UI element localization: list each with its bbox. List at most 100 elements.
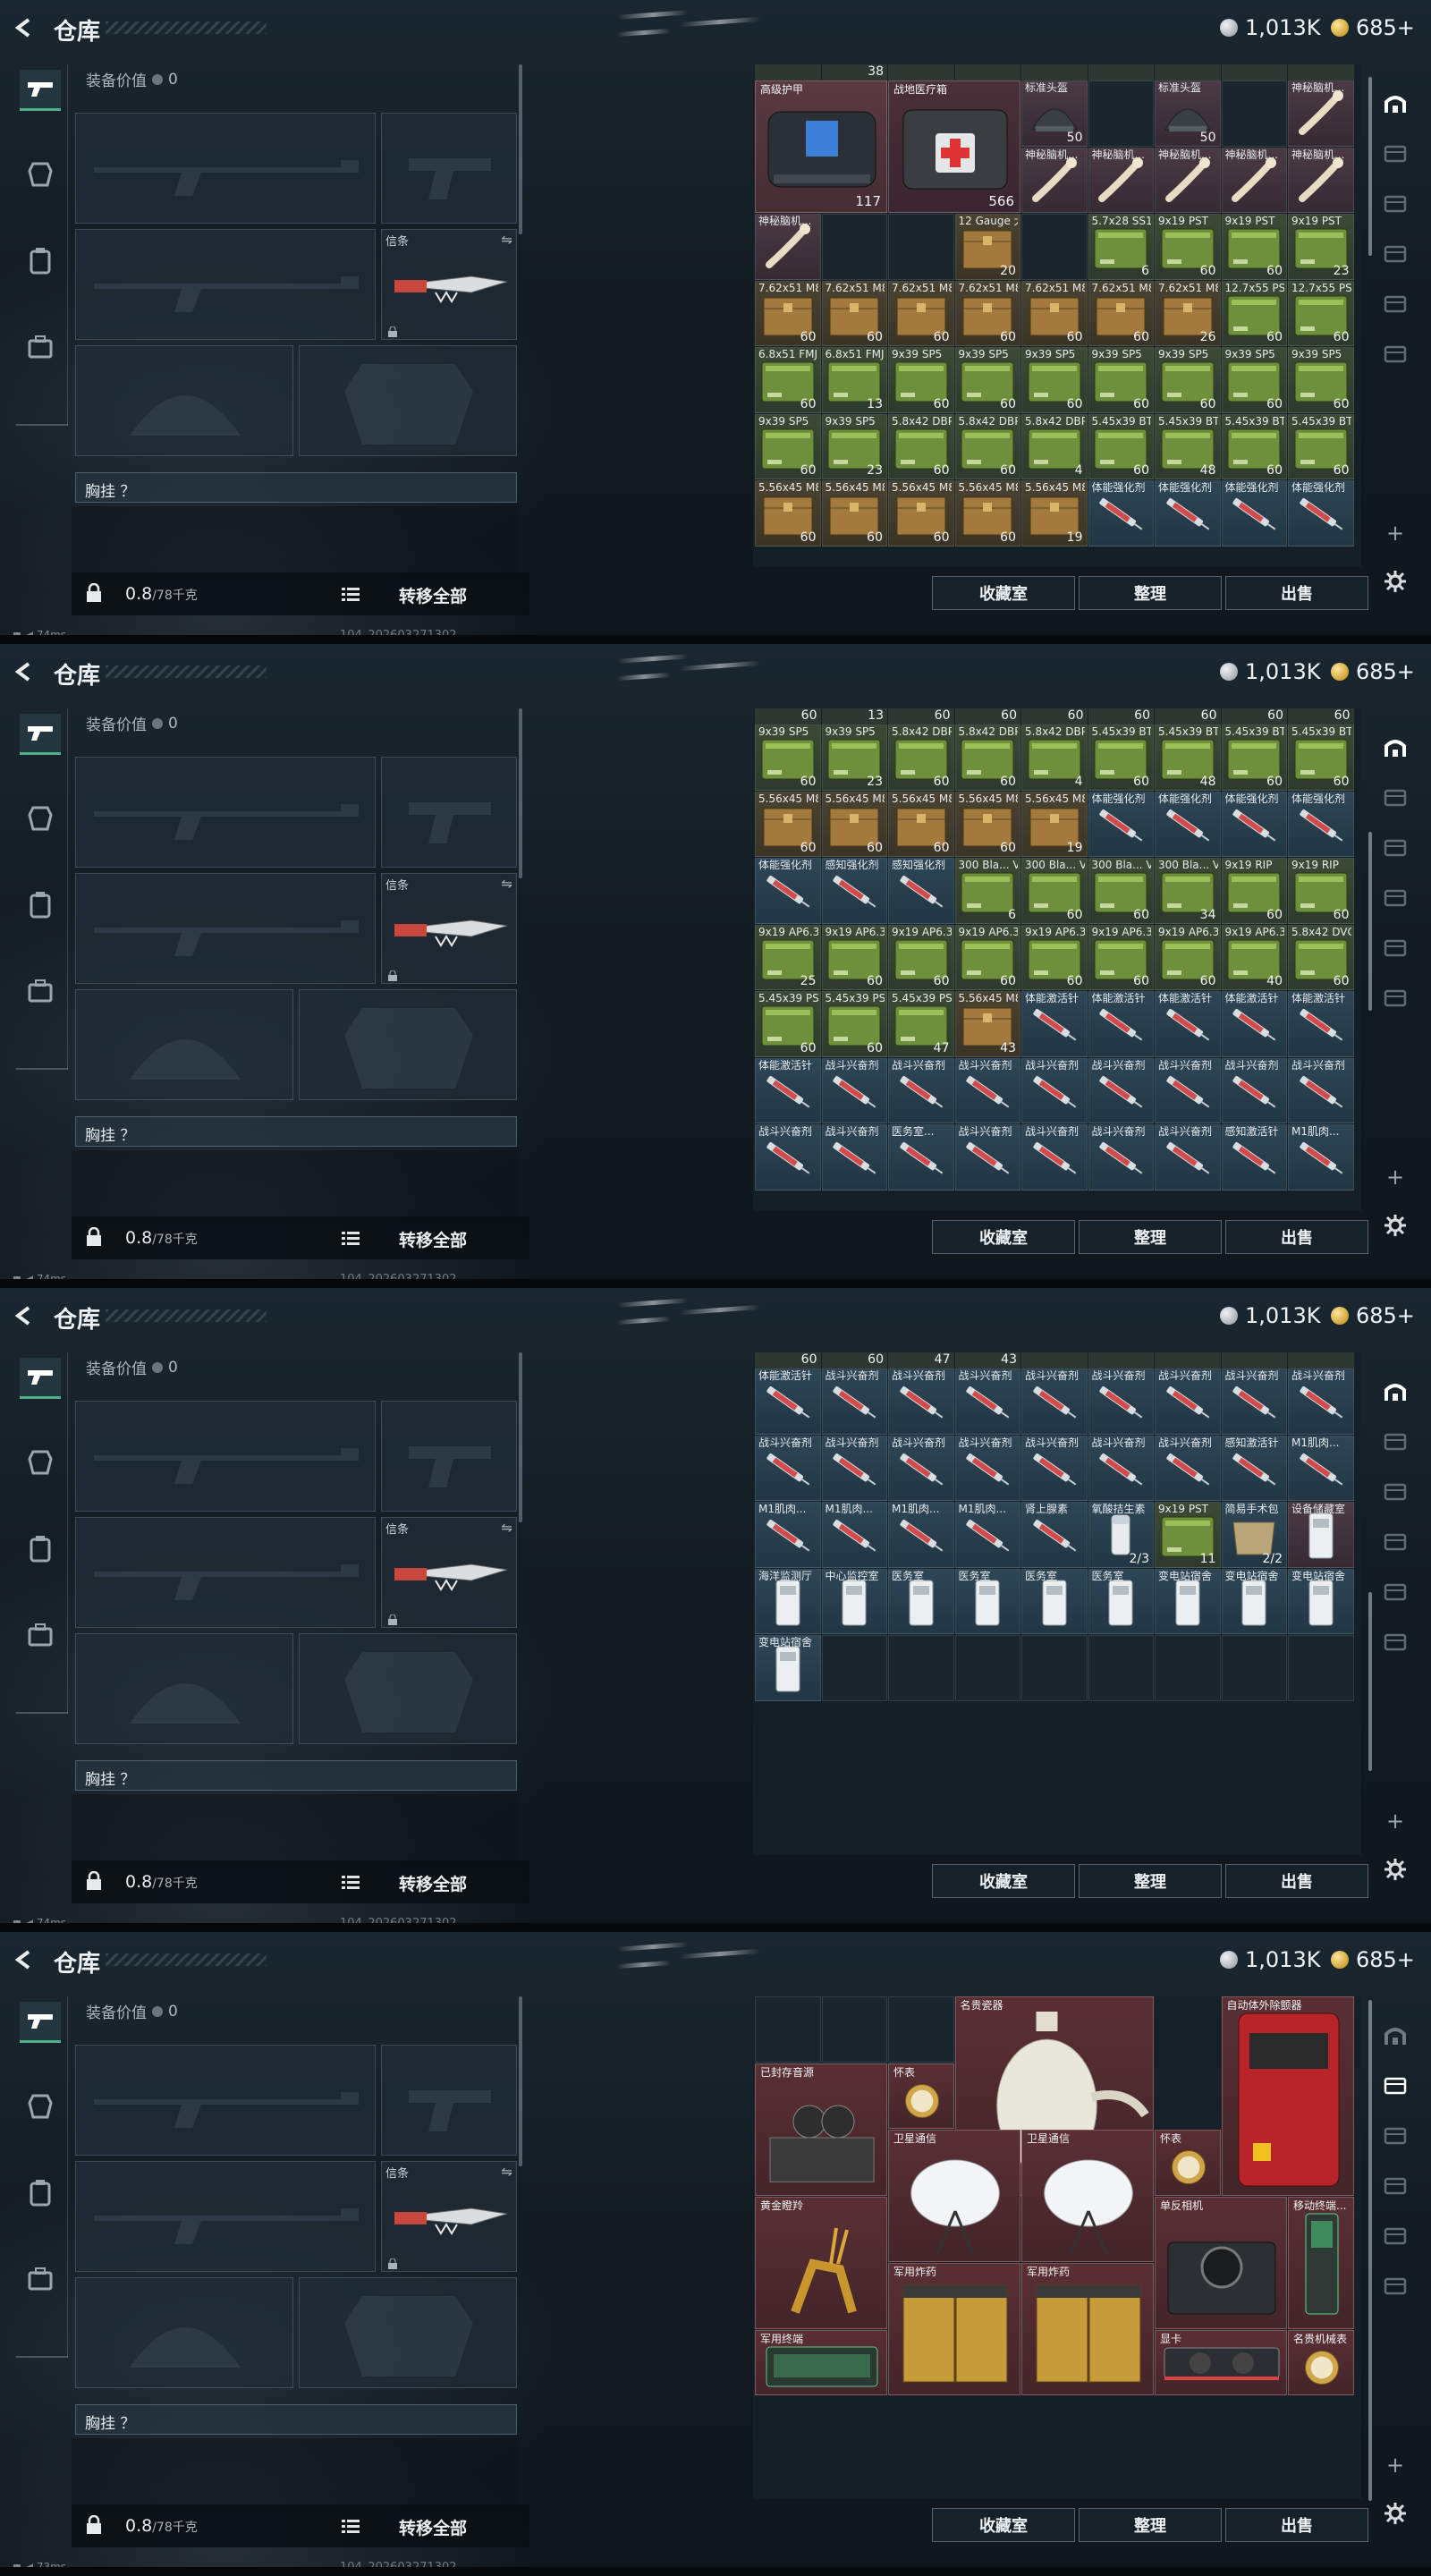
item-cell[interactable]: 5.45x39 BT 48 (1155, 413, 1221, 479)
chest-rig-slot[interactable]: 胸挂 ？ (75, 1760, 517, 1791)
back-arrow-icon[interactable] (13, 1948, 36, 1971)
swap-icon[interactable]: ⇋ (501, 232, 512, 248)
item-cell[interactable]: 战斗兴奋剂 (1088, 1368, 1154, 1435)
item-cell[interactable]: 9x39 SP5 60 (1221, 347, 1287, 413)
item-cell[interactable]: 神秘脑机... (1088, 147, 1154, 213)
item-cell[interactable]: 9x19 PST 60 (1221, 214, 1287, 280)
sort-button[interactable]: 整理 (1079, 1220, 1222, 1254)
item-cell[interactable]: 战斗兴奋剂 (888, 1368, 954, 1435)
empty-cell[interactable] (1221, 80, 1287, 147)
item-cell[interactable]: 5.56x45 M855A1 60 (821, 791, 887, 857)
empty-cell[interactable] (888, 1996, 954, 2063)
item-cell[interactable]: 5.56x45 M855A1 60 (888, 791, 954, 857)
item-cell[interactable]: 9x39 SP5 60 (954, 347, 1020, 413)
list-icon[interactable] (342, 1875, 360, 1889)
loadout-scrollbar[interactable] (519, 708, 522, 878)
item-cell[interactable]: 体能强化剂 (1221, 480, 1287, 547)
page-4-icon[interactable] (1383, 1580, 1408, 1605)
item-cell[interactable]: 简易手术包 2/2 (1221, 1502, 1287, 1568)
item-cell[interactable]: 设备储藏室 (1288, 1502, 1354, 1568)
pistol-slot[interactable] (381, 757, 517, 868)
item-cell[interactable]: 战斗兴奋剂 (1155, 1435, 1221, 1501)
item-cell[interactable]: 战斗兴奋剂 (1155, 1057, 1221, 1123)
item-cell[interactable]: 9x19 AP6.3 60 (1155, 924, 1221, 990)
empty-cell[interactable] (1021, 214, 1088, 280)
body-armor-slot[interactable] (299, 345, 517, 456)
item-cell[interactable]: 体能强化剂 (1221, 791, 1287, 857)
loot-item-dish[interactable]: 卫星通信 (1021, 2130, 1154, 2262)
loot-item-dish[interactable]: 卫星通信 (888, 2130, 1020, 2262)
item-cell[interactable]: 感知强化剂 (821, 858, 887, 924)
item-cell[interactable]: 体能激活针 (1088, 991, 1154, 1057)
item-cell[interactable]: 战斗兴奋剂 (1088, 1057, 1154, 1123)
item-cell[interactable]: 体能强化剂 (1088, 480, 1154, 547)
pistol-slot[interactable] (381, 113, 517, 224)
item-cell[interactable]: 战斗兴奋剂 (888, 1057, 954, 1123)
collection-button[interactable]: 收藏室 (932, 1220, 1075, 1254)
item-cell[interactable]: 12.7x55 PS12A 60 (1221, 280, 1287, 346)
item-cell[interactable]: 9x19 AP6.3 60 (888, 924, 954, 990)
item-cell[interactable]: 9x19 RIP 60 (1288, 858, 1354, 924)
settings-gear-icon[interactable] (1383, 2501, 1408, 2526)
item-cell[interactable]: M1肌肉... (954, 1502, 1020, 1568)
item-cell[interactable]: 300 Bla... V-Max 6 (954, 858, 1020, 924)
item-cell[interactable]: 9x19 AP6.3 60 (821, 924, 887, 990)
item-cell[interactable]: 医务室 (888, 1568, 954, 1634)
stash-scrollbar[interactable] (1368, 1592, 1372, 1771)
swap-icon[interactable]: ⇋ (501, 1520, 512, 1536)
empty-cell[interactable] (1155, 1635, 1221, 1701)
empty-cell[interactable] (821, 214, 887, 280)
knife-slot[interactable]: 信条 ⇋ (381, 873, 517, 984)
item-cell[interactable]: 7.62x51 M80 60 (755, 280, 821, 346)
loadout-scrollbar[interactable] (519, 64, 522, 234)
item-cell[interactable]: 5.7x28 SS190 6 (1088, 214, 1154, 280)
item-cell[interactable]: 体能激活针 (1155, 991, 1221, 1057)
sort-button[interactable]: 整理 (1079, 1864, 1222, 1898)
knife-slot[interactable]: 信条 ⇋ (381, 1517, 517, 1628)
item-cell[interactable]: 战斗兴奋剂 (1155, 1124, 1221, 1191)
item-cell[interactable]: 神秘脑机... (1288, 80, 1354, 147)
loadout-tab-gun[interactable] (20, 70, 61, 111)
item-cell[interactable]: 9x39 SP5 23 (821, 724, 887, 791)
item-cell[interactable]: 9x19 PST 11 (1155, 1502, 1221, 1568)
stash-scrollbar[interactable] (1368, 832, 1372, 1011)
item-cell[interactable]: 5.56x45 M855A1 19 (1021, 480, 1088, 547)
sell-button[interactable]: 出售 (1225, 1864, 1368, 1898)
item-cell[interactable]: 9x39 SP5 60 (888, 347, 954, 413)
item-cell[interactable]: 战斗兴奋剂 (1288, 1057, 1354, 1123)
loot-item-gpu[interactable]: 显卡 (1155, 2329, 1287, 2395)
empty-cell[interactable] (888, 214, 954, 280)
chest-rig-slot[interactable]: 胸挂 ？ (75, 1116, 517, 1147)
transfer-all-button[interactable]: 转移全部 (399, 583, 467, 607)
home-icon[interactable] (1383, 1379, 1408, 1404)
add-page-icon[interactable]: + (1386, 1809, 1404, 1834)
item-cell[interactable]: 5.8x42 DBP10 60 (954, 413, 1020, 479)
item-cell[interactable]: 体能强化剂 (755, 858, 821, 924)
loadout-tab-briefcase[interactable] (20, 1615, 61, 1657)
page-3-icon[interactable] (1383, 1530, 1408, 1555)
page-3-icon[interactable] (1383, 886, 1408, 911)
loadout-tab-gun[interactable] (20, 2002, 61, 2043)
item-cell[interactable]: 战斗兴奋剂 (755, 1124, 821, 1191)
item-cell[interactable]: 5.56x45 M855A1 60 (954, 480, 1020, 547)
item-cell[interactable]: M1肌肉... (1288, 1435, 1354, 1501)
item-cell[interactable]: 海洋监测厅 (755, 1568, 821, 1634)
item-cell[interactable]: 神秘脑机... (1021, 147, 1088, 213)
page-1-icon[interactable] (1383, 2073, 1408, 2098)
item-cell[interactable]: 5.45x39 BT 60 (1288, 413, 1354, 479)
page-2-icon[interactable] (1383, 2123, 1408, 2148)
item-cell[interactable]: 医务室 (954, 1568, 1020, 1634)
item-cell[interactable]: 9x19 PST 60 (1155, 214, 1221, 280)
empty-cell[interactable] (888, 1635, 954, 1701)
settings-gear-icon[interactable] (1383, 1213, 1408, 1238)
gold-currency[interactable]: 685+ (1331, 1303, 1415, 1328)
page-1-icon[interactable] (1383, 1429, 1408, 1454)
home-icon[interactable] (1383, 2023, 1408, 2048)
item-cell[interactable]: 9x19 AP6.3 60 (1021, 924, 1088, 990)
item-cell[interactable]: 战斗兴奋剂 (1155, 1368, 1221, 1435)
secondary-weapon-slot[interactable] (75, 229, 376, 340)
loadout-tab-gun[interactable] (20, 1358, 61, 1399)
loadout-tab-gun[interactable] (20, 714, 61, 755)
item-cell[interactable]: 战斗兴奋剂 (954, 1057, 1020, 1123)
item-cell[interactable]: 肾上腺素 (1021, 1502, 1088, 1568)
